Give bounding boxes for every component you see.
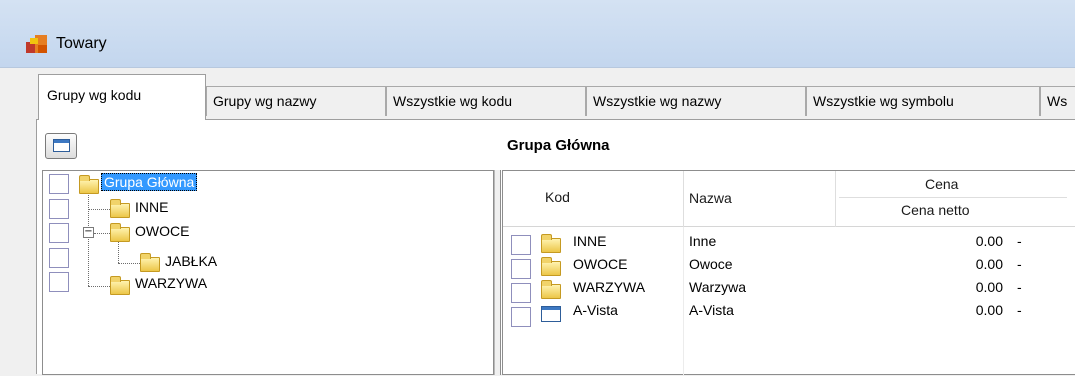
cell-cena[interactable]: 0.00 [893, 302, 1003, 318]
window-icon [53, 139, 70, 152]
tab-grupy-wg-kodu[interactable]: Grupy wg kodu [38, 74, 206, 120]
tab-label: Wszystkie wg nazwy [593, 93, 722, 109]
tree-line [88, 286, 110, 287]
tab-label: Grupy wg kodu [47, 87, 142, 103]
folder-icon [110, 276, 130, 295]
cell-nazwa[interactable]: A-Vista [689, 302, 734, 318]
tab-grupy-wg-nazwy[interactable]: Grupy wg nazwy [206, 86, 386, 116]
cell-kod[interactable]: WARZYWA [573, 279, 645, 295]
folder-icon [110, 223, 130, 242]
content-panel: Grupa Główna INNE − OWOCE JABŁKA WARZYWA… [36, 119, 1075, 376]
tab-label: Grupy wg nazwy [213, 93, 317, 109]
tab-wszystkie-wg-symbolu[interactable]: Wszystkie wg symbolu [806, 86, 1040, 116]
cell-kod[interactable]: OWOCE [573, 256, 627, 272]
row-checkbox[interactable] [511, 235, 531, 255]
tree-line [94, 233, 110, 234]
folder-icon [541, 280, 561, 299]
view-toggle-button[interactable] [45, 133, 77, 159]
folder-icon [110, 199, 130, 218]
tree-line [118, 241, 119, 263]
tree-item-jablka[interactable]: JABŁKA [165, 253, 217, 269]
tree-checkbox[interactable] [49, 199, 69, 219]
column-header-cena[interactable]: Cena [925, 176, 958, 192]
tree-line [118, 263, 140, 264]
cell-suffix: - [1017, 279, 1022, 295]
title-bar: Towary [0, 0, 1075, 68]
window-title: Towary [56, 35, 107, 52]
row-checkbox[interactable] [511, 307, 531, 327]
tab-ws[interactable]: Ws [1040, 86, 1075, 116]
tree-checkbox[interactable] [49, 248, 69, 268]
tab-wszystkie-wg-kodu[interactable]: Wszystkie wg kodu [386, 86, 586, 116]
column-header-nazwa[interactable]: Nazwa [689, 190, 732, 206]
cell-cena[interactable]: 0.00 [893, 233, 1003, 249]
cell-suffix: - [1017, 256, 1022, 272]
tab-label: Wszystkie wg kodu [393, 93, 513, 109]
group-title: Grupa Główna [507, 137, 610, 154]
window-icon [541, 306, 561, 322]
tree-checkbox-root[interactable] [49, 174, 69, 194]
tree-item-label: Grupa Główna [101, 173, 198, 191]
tree-line [88, 209, 110, 210]
row-checkbox[interactable] [511, 283, 531, 303]
cell-suffix: - [1017, 233, 1022, 249]
column-line [683, 227, 684, 376]
column-divider [683, 171, 684, 227]
tab-strip: Grupy wg kodu Grupy wg nazwy Wszystkie w… [0, 68, 1075, 120]
items-list[interactable]: Kod Nazwa Cena Cena netto INNE Inne 0.00… [502, 170, 1075, 376]
cell-nazwa[interactable]: Owoce [689, 256, 733, 272]
list-header: Kod Nazwa Cena Cena netto [503, 171, 1075, 227]
tab-label: Ws [1047, 93, 1068, 109]
folder-icon [541, 257, 561, 276]
tab-label: Wszystkie wg symbolu [813, 93, 954, 109]
cell-nazwa[interactable]: Inne [689, 233, 716, 249]
folder-icon [140, 253, 160, 272]
column-header-kod[interactable]: Kod [545, 189, 570, 205]
header-divider [839, 197, 1067, 198]
folder-icon [541, 234, 561, 253]
column-header-cena-netto[interactable]: Cena netto [901, 202, 970, 218]
left-margin [0, 120, 36, 374]
tree-item-owoce[interactable]: OWOCE [135, 223, 189, 239]
group-tree[interactable]: Grupa Główna INNE − OWOCE JABŁKA WARZYWA [42, 170, 494, 375]
column-divider [835, 171, 836, 227]
boxes-app-icon [26, 35, 47, 53]
collapse-icon[interactable]: − [83, 227, 94, 238]
panel-splitter[interactable] [494, 170, 501, 375]
tree-item-warzywa[interactable]: WARZYWA [135, 275, 207, 291]
cell-cena[interactable]: 0.00 [893, 256, 1003, 272]
cell-kod[interactable]: INNE [573, 233, 606, 249]
row-checkbox[interactable] [511, 259, 531, 279]
tree-checkbox[interactable] [49, 272, 69, 292]
cell-cena[interactable]: 0.00 [893, 279, 1003, 295]
folder-icon [79, 175, 99, 194]
cell-nazwa[interactable]: Warzywa [689, 279, 746, 295]
tree-item-grupa-glowna[interactable]: Grupa Główna [101, 173, 198, 191]
tab-wszystkie-wg-nazwy[interactable]: Wszystkie wg nazwy [586, 86, 806, 116]
tree-item-inne[interactable]: INNE [135, 199, 168, 215]
cell-suffix: - [1017, 302, 1022, 318]
cell-kod[interactable]: A-Vista [573, 302, 618, 318]
tree-checkbox[interactable] [49, 223, 69, 243]
